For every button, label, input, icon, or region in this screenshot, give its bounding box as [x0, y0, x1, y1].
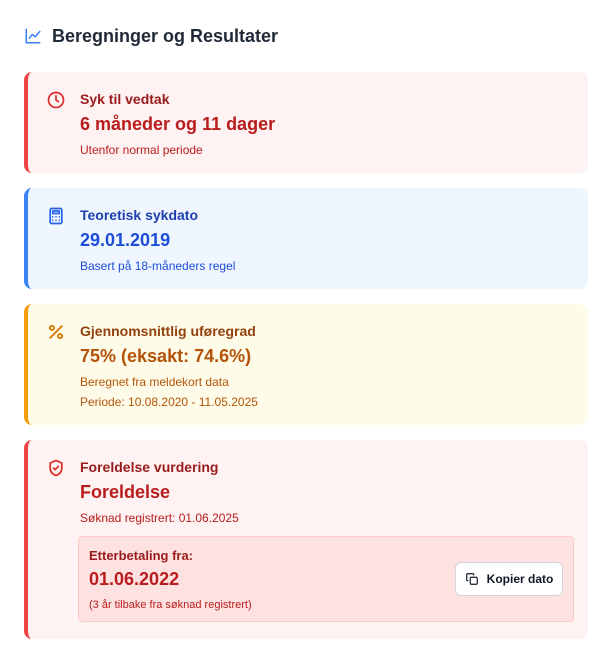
calculator-icon — [46, 206, 66, 226]
shield-check-icon — [46, 458, 66, 478]
card-label: Syk til vedtak — [80, 91, 170, 107]
card-theoretical-sick-date: Teoretisk sykdato 29.01.2019 Basert på 1… — [24, 188, 588, 289]
card-value: 6 måneder og 11 dager — [80, 114, 276, 134]
copy-date-button-label: Kopier dato — [486, 572, 554, 586]
copy-date-button[interactable]: Kopier dato — [455, 562, 563, 596]
section-header: Beregninger og Resultater — [24, 24, 278, 48]
card-note: Utenfor normal periode — [80, 143, 203, 157]
card-average-disability: Gjennomsnittlig uføregrad 75% (eksakt: 7… — [24, 304, 588, 425]
card-note: Basert på 18-måneders regel — [80, 259, 236, 273]
card-value: 29.01.2019 — [80, 230, 171, 250]
card-label: Gjennomsnittlig uføregrad — [80, 323, 256, 339]
card-note: Søknad registrert: 01.06.2025 — [80, 511, 239, 525]
card-value: Foreldelse — [80, 482, 171, 502]
backpay-note: (3 år tilbake fra søknad registrert) — [89, 599, 252, 611]
percent-icon — [46, 322, 66, 342]
card-note: Beregnet fra meldekort data — [80, 375, 229, 389]
clock-icon — [46, 90, 66, 110]
section-title: Beregninger og Resultater — [52, 25, 279, 46]
results-panel: Beregninger og Resultater Syk til vedtak… — [0, 0, 609, 653]
card-label: Foreldelse vurdering — [80, 459, 219, 475]
copy-icon — [465, 572, 479, 586]
backpay-label: Etterbetaling fra: — [89, 548, 194, 563]
line-chart-icon — [24, 27, 42, 45]
card-limitation-assessment: Foreldelse vurdering Foreldelse Søknad r… — [24, 440, 588, 639]
card-value: 75% (eksakt: 74.6%) — [80, 346, 252, 366]
card-period: Periode: 10.08.2020 - 11.05.2025 — [80, 395, 258, 409]
card-label: Teoretisk sykdato — [80, 207, 199, 223]
backpay-box: Etterbetaling fra: 01.06.2022 (3 år tilb… — [78, 536, 574, 622]
card-sick-until-decision: Syk til vedtak 6 måneder og 11 dager Ute… — [24, 72, 588, 173]
backpay-date: 01.06.2022 — [89, 569, 180, 589]
